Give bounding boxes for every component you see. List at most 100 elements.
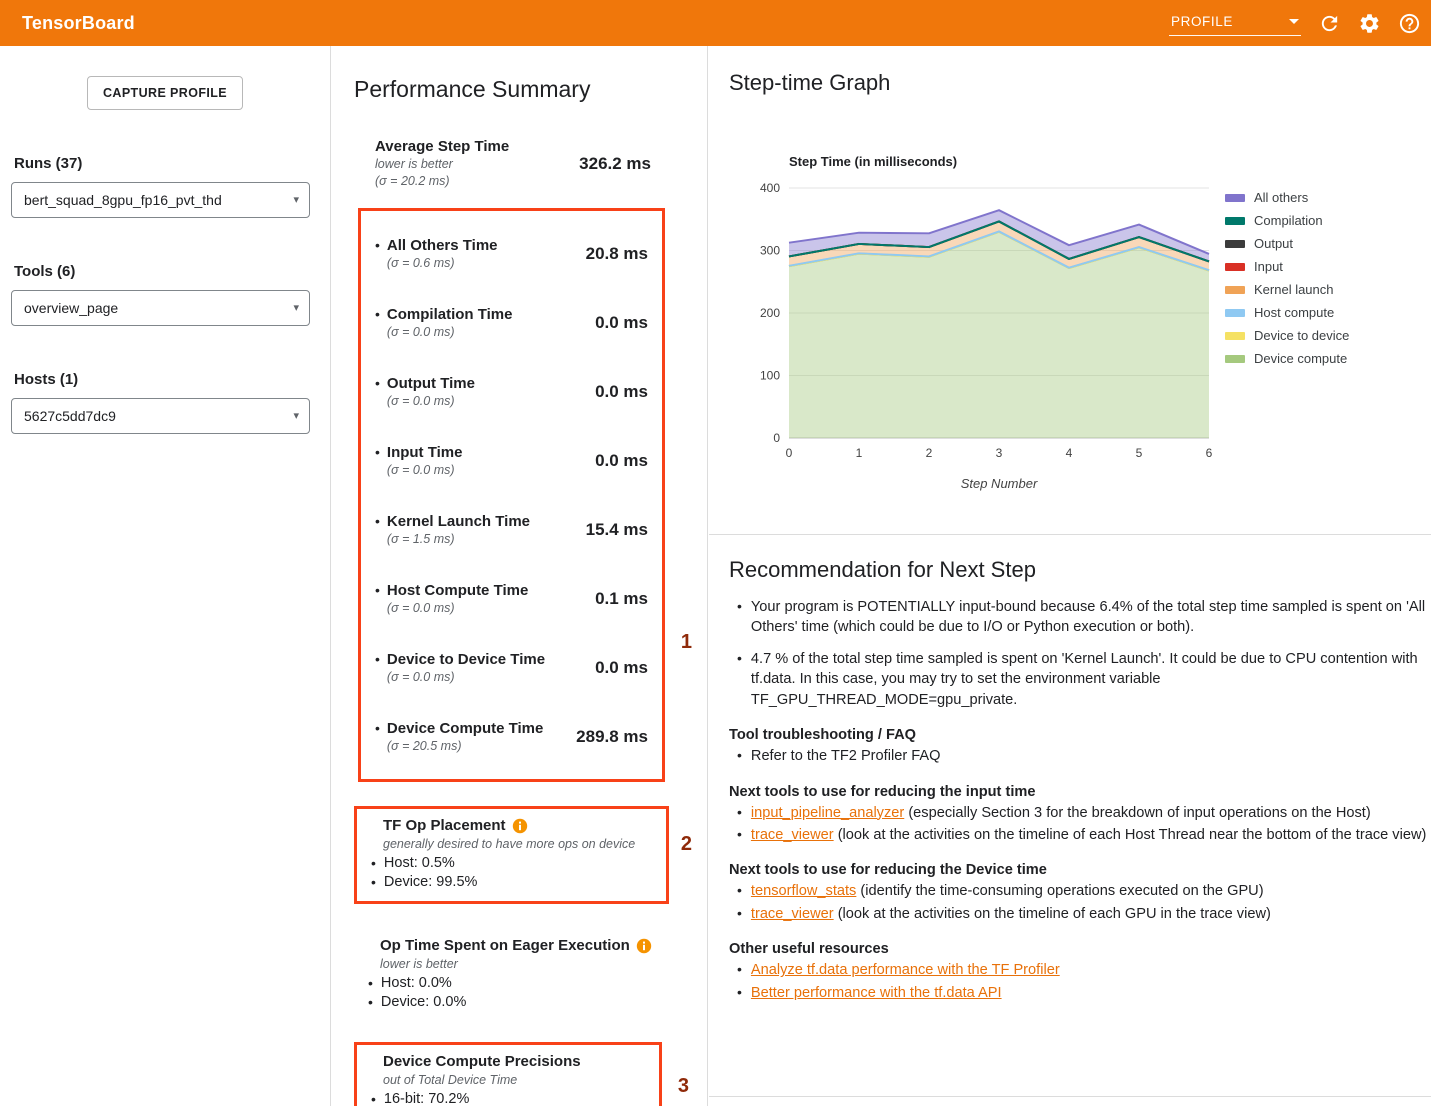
legend-swatch bbox=[1225, 194, 1245, 202]
bullet: • bbox=[375, 719, 380, 755]
rec-link[interactable]: Analyze tf.data performance with the TF … bbox=[751, 962, 1060, 978]
metric-value: 20.8 ms bbox=[586, 244, 648, 264]
metric-row: •Kernel Launch Time(σ = 1.5 ms)15.4 ms bbox=[375, 495, 648, 564]
rec-link[interactable]: trace_viewer bbox=[751, 906, 834, 922]
settings-gear-icon[interactable] bbox=[1358, 12, 1381, 35]
chevron-down-icon: ▾ bbox=[293, 303, 299, 314]
app-header: TensorBoard PROFILE bbox=[0, 0, 1431, 46]
legend-swatch bbox=[1225, 217, 1245, 225]
rec-section-list: •Analyze tf.data performance with the TF… bbox=[729, 960, 1429, 1003]
legend-swatch bbox=[1225, 332, 1245, 340]
svg-text:5: 5 bbox=[1136, 446, 1143, 460]
metric-sigma: (σ = 0.0 ms) bbox=[387, 462, 463, 479]
precision-item: •16-bit: 70.2% bbox=[371, 1090, 645, 1106]
metric-row: •Device Compute Time(σ = 20.5 ms)289.8 m… bbox=[375, 702, 648, 771]
metric-title: Input Time bbox=[387, 443, 463, 462]
rec-link[interactable]: tensorflow_stats bbox=[751, 883, 856, 899]
rec-list-item: • Refer to the TF2 Profiler FAQ bbox=[737, 746, 1429, 766]
info-icon[interactable] bbox=[636, 938, 652, 954]
svg-text:300: 300 bbox=[760, 244, 780, 258]
precisions-note: out of Total Device Time bbox=[383, 1072, 645, 1089]
legend-label: All others bbox=[1254, 190, 1308, 205]
bullet: • bbox=[368, 974, 373, 993]
legend-item: Host compute bbox=[1225, 305, 1349, 320]
metric-sigma: (σ = 0.0 ms) bbox=[387, 324, 513, 341]
svg-text:0: 0 bbox=[786, 446, 793, 460]
tf-op-placement-title: TF Op Placement bbox=[383, 816, 506, 835]
rec-section-header: Tool troubleshooting / FAQ bbox=[729, 727, 1429, 743]
rec-item-text: Refer to the TF2 Profiler FAQ bbox=[751, 746, 941, 766]
legend-swatch bbox=[1225, 286, 1245, 294]
metric-sigma: (σ = 1.5 ms) bbox=[387, 531, 530, 548]
annotation-box-1: •All Others Time(σ = 0.6 ms)20.8 ms•Comp… bbox=[358, 208, 665, 782]
tools-label: Tools (6) bbox=[14, 263, 330, 280]
list-item-text: Host: 0.0% bbox=[381, 974, 452, 993]
bullet: • bbox=[375, 305, 380, 341]
bullet: • bbox=[737, 904, 742, 924]
metric-title: Output Time bbox=[387, 374, 475, 393]
metric-value: 0.0 ms bbox=[595, 451, 648, 471]
list-item-text: Device: 99.5% bbox=[384, 873, 478, 892]
legend-item: Kernel launch bbox=[1225, 282, 1349, 297]
rec-link[interactable]: trace_viewer bbox=[751, 827, 834, 843]
metric-title: All Others Time bbox=[387, 236, 498, 255]
legend-swatch bbox=[1225, 309, 1245, 317]
rec-plain-text: (look at the activities on the timeline … bbox=[834, 827, 1427, 843]
legend-item: Device to device bbox=[1225, 328, 1349, 343]
precisions-title: Device Compute Precisions bbox=[383, 1052, 581, 1071]
tf-op-placement-note: generally desired to have more ops on de… bbox=[383, 836, 652, 853]
svg-text:Step Time (in milliseconds): Step Time (in milliseconds) bbox=[789, 154, 957, 169]
info-icon[interactable] bbox=[512, 818, 528, 834]
rec-item-text: trace_viewer (look at the activities on … bbox=[751, 825, 1426, 845]
metric-sigma: (σ = 20.2 ms) bbox=[375, 173, 509, 190]
rec-item-text: Analyze tf.data performance with the TF … bbox=[751, 960, 1060, 980]
tools-select[interactable]: overview_page ▾ bbox=[11, 290, 310, 326]
performance-summary-title: Performance Summary bbox=[354, 76, 707, 103]
bullet: • bbox=[737, 746, 742, 766]
rec-link[interactable]: input_pipeline_analyzer bbox=[751, 805, 904, 821]
capture-profile-button[interactable]: CAPTURE PROFILE bbox=[87, 76, 243, 110]
svg-text:1: 1 bbox=[856, 446, 863, 460]
eager-execution-title: Op Time Spent on Eager Execution bbox=[380, 936, 630, 955]
bullet: • bbox=[371, 1090, 376, 1106]
rec-section-list: • input_pipeline_analyzer (especially Sec… bbox=[729, 803, 1429, 846]
rec-item-text: input_pipeline_analyzer (especially Sect… bbox=[751, 803, 1371, 823]
rec-link[interactable]: Better performance with the tf.data API bbox=[751, 985, 1002, 1001]
list-item-text: Host: 0.5% bbox=[384, 854, 455, 873]
legend-item: All others bbox=[1225, 190, 1349, 205]
panel-bottom-divider bbox=[709, 1096, 1431, 1097]
step-time-chart: 01002003004000123456Step Time (in millis… bbox=[729, 136, 1219, 496]
annotation-box-3: Device Compute Precisions out of Total D… bbox=[354, 1042, 662, 1106]
rec-list-item: •tensorflow_stats (identify the time-con… bbox=[737, 881, 1429, 901]
rec-section-list: •tensorflow_stats (identify the time-con… bbox=[729, 881, 1429, 924]
rec-section-header: Next tools to use for reducing the input… bbox=[729, 784, 1429, 800]
metric-note: lower is better bbox=[375, 156, 509, 173]
metric-row: •Input Time(σ = 0.0 ms)0.0 ms bbox=[375, 426, 648, 495]
rec-list-item: •Better performance with the tf.data API bbox=[737, 983, 1429, 1003]
hosts-select[interactable]: 5627c5dd7dc9 ▾ bbox=[11, 398, 310, 434]
annotation-number-2: 2 bbox=[681, 833, 692, 856]
refresh-icon[interactable] bbox=[1318, 12, 1341, 35]
runs-select-value: bert_squad_8gpu_fp16_pvt_thd bbox=[24, 192, 222, 208]
legend-label: Kernel launch bbox=[1254, 282, 1334, 297]
recommendation-bullet: •4.7 % of the total step time sampled is… bbox=[737, 649, 1429, 710]
svg-text:6: 6 bbox=[1206, 446, 1213, 460]
bullet: • bbox=[375, 581, 380, 617]
legend-item: Device compute bbox=[1225, 351, 1349, 366]
recommendation-bullet: •Your program is POTENTIALLY input-bound… bbox=[737, 597, 1429, 638]
help-icon[interactable] bbox=[1398, 12, 1421, 35]
metric-value: 326.2 ms bbox=[579, 154, 651, 174]
metric-title: Compilation Time bbox=[387, 305, 513, 324]
bullet: • bbox=[737, 825, 742, 845]
eager-execution-item: •Device: 0.0% bbox=[368, 993, 693, 1012]
rec-list-item: •Analyze tf.data performance with the TF… bbox=[737, 960, 1429, 980]
chevron-down-icon: ▾ bbox=[293, 411, 299, 422]
runs-select[interactable]: bert_squad_8gpu_fp16_pvt_thd ▾ bbox=[11, 182, 310, 218]
eager-execution-note: lower is better bbox=[380, 956, 693, 973]
metric-value: 0.0 ms bbox=[595, 313, 648, 333]
tf-op-placement-item: •Host: 0.5% bbox=[371, 854, 652, 873]
legend-label: Host compute bbox=[1254, 305, 1334, 320]
recommendation-text: Your program is POTENTIALLY input-bound … bbox=[751, 597, 1429, 638]
dashboard-select[interactable]: PROFILE bbox=[1169, 11, 1301, 36]
metric-title: Device Compute Time bbox=[387, 719, 543, 738]
